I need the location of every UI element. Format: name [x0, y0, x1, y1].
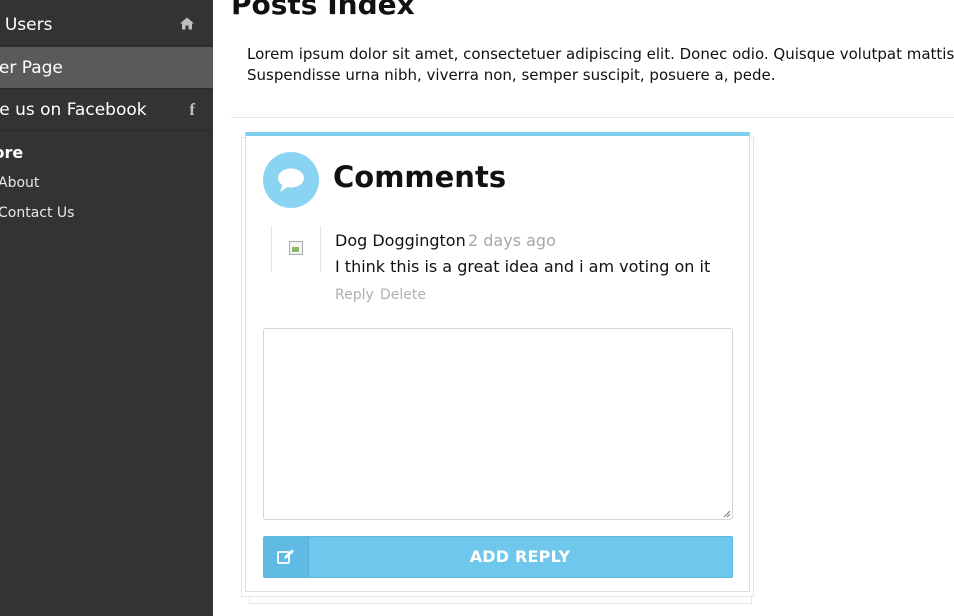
- home-icon: [179, 16, 195, 33]
- chat-bubble-icon: [263, 152, 319, 208]
- reply-textarea[interactable]: [263, 328, 733, 520]
- page-title: Posts Index: [231, 0, 415, 21]
- facebook-icon: f: [189, 99, 195, 119]
- sidebar-item-label: ser Page: [0, 57, 63, 78]
- avatar: [271, 226, 321, 272]
- comment-time: 2 days ago: [468, 231, 556, 250]
- sidebar-item-label: ll Users: [0, 14, 53, 35]
- sidebar-section-title: lore: [0, 143, 24, 162]
- add-reply-button[interactable]: ADD REPLY: [263, 536, 733, 578]
- intro-text: Lorem ipsum dolor sit amet, consectetuer…: [247, 44, 954, 86]
- intro-line: Lorem ipsum dolor sit amet, consectetuer…: [247, 45, 954, 63]
- delete-link[interactable]: Delete: [380, 287, 426, 303]
- comments-title: Comments: [333, 160, 507, 194]
- sidebar-item-label: ke us on Facebook: [0, 99, 147, 120]
- broken-image-icon: [289, 241, 303, 255]
- resize-grip-icon[interactable]: [721, 508, 731, 518]
- sidebar-item-contact-us[interactable]: Contact Us: [0, 205, 74, 221]
- comment-body: I think this is a great idea and i am vo…: [335, 257, 711, 276]
- sidebar: ll Users ser Page ke us on Facebook f lo…: [0, 0, 213, 616]
- intro-line: Suspendisse urna nibh, viverra non, semp…: [247, 66, 776, 84]
- sidebar-item-user-page[interactable]: ser Page: [0, 47, 213, 89]
- edit-icon: [264, 537, 309, 577]
- sidebar-item-all-users[interactable]: ll Users: [0, 4, 213, 46]
- add-reply-label: ADD REPLY: [469, 547, 571, 566]
- sidebar-item-about[interactable]: About: [0, 175, 39, 191]
- comment-author[interactable]: Dog Doggington: [335, 231, 466, 250]
- sidebar-item-facebook[interactable]: ke us on Facebook f: [0, 89, 213, 131]
- reply-link[interactable]: Reply: [335, 287, 374, 303]
- divider: [231, 117, 954, 118]
